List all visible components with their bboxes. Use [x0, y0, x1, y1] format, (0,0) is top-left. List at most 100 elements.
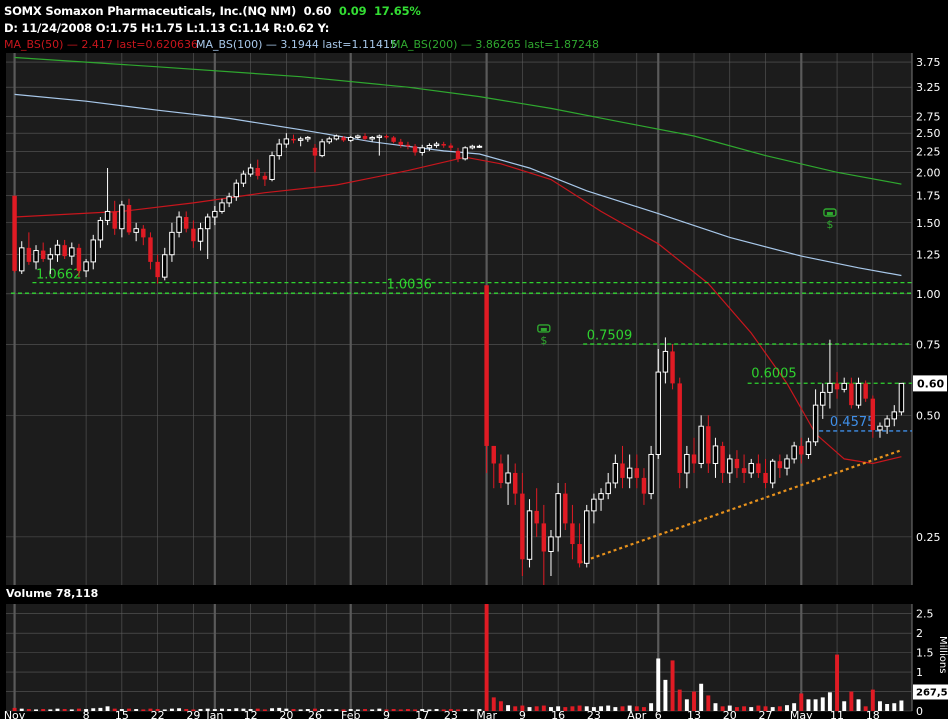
candle-body-down	[734, 458, 740, 469]
candle-body-down	[384, 136, 389, 138]
candle-body-up	[226, 196, 232, 204]
candle-body-up	[791, 445, 797, 460]
time-tick-label: Jan	[205, 709, 223, 719]
candle-body-up	[684, 453, 690, 474]
candle-body-up	[648, 453, 654, 495]
candle-body-up	[47, 254, 54, 260]
volume-bar	[298, 709, 303, 711]
candle-body-down	[863, 383, 868, 399]
volume-bar	[405, 709, 410, 711]
candle-body-down	[620, 463, 625, 478]
candle-body-down	[641, 477, 647, 494]
volume-bar	[813, 699, 818, 711]
candle-body-down	[341, 137, 346, 141]
volume-bar	[849, 691, 854, 711]
candle-body-up	[712, 445, 719, 464]
volume-bar	[656, 658, 661, 711]
volume-bar	[91, 708, 96, 711]
last-volume-label: 267,5	[916, 687, 948, 698]
candle-body-up	[877, 425, 883, 431]
price-tick-label: 1.75	[916, 190, 941, 203]
candle-body-down	[148, 237, 153, 262]
candle-body-up	[104, 210, 111, 221]
candle-body-down	[455, 150, 461, 159]
candle-body-up	[355, 135, 361, 138]
candle-body-up	[133, 228, 139, 233]
price-tick-label: 1.25	[916, 249, 941, 262]
time-tick-label: 8	[83, 709, 90, 719]
candle-body-up	[605, 482, 611, 495]
candle-body-up	[612, 462, 619, 484]
volume-bar	[749, 707, 754, 711]
volume-bar	[777, 706, 782, 711]
candle-body-up	[297, 138, 304, 141]
candle-body-down	[405, 144, 411, 147]
candle-body-up	[83, 261, 89, 272]
time-tick-label: 13	[687, 709, 701, 719]
candle-body-up	[584, 510, 590, 564]
candle-body-up	[898, 382, 905, 413]
candle-body-down	[12, 195, 17, 271]
volume-bar	[55, 708, 60, 711]
candle-body-up	[197, 228, 204, 242]
volume-bar	[820, 697, 825, 711]
candle-body-up	[212, 210, 218, 218]
volume-panel-background	[6, 604, 912, 711]
candle-body-up	[884, 418, 890, 427]
stock-chart: Volume 78,118 Millions 1.06621.00360.750…	[4, 53, 948, 719]
volume-bar	[835, 654, 840, 711]
candle-body-down	[706, 426, 711, 464]
volume-bar	[270, 708, 275, 711]
candle-body-up	[90, 239, 96, 263]
time-tick-label: 23	[587, 709, 601, 719]
time-tick-label: 6	[655, 709, 662, 719]
candle-body-up	[548, 536, 554, 553]
candle-body-down	[763, 472, 768, 483]
volume-bar	[48, 709, 53, 711]
candle-body-up	[162, 254, 168, 278]
volume-bar	[169, 708, 174, 711]
time-tick-label: 12	[244, 709, 258, 719]
candle-body-up	[469, 145, 476, 149]
candle-body-up	[426, 145, 433, 149]
volume-tick-label: 0	[916, 705, 923, 718]
volume-tick-label: 2	[916, 627, 923, 640]
candle-body-up	[276, 143, 282, 157]
candle-body-down	[834, 383, 840, 390]
candle-body-down	[691, 454, 697, 464]
candle-body-down	[777, 461, 783, 469]
candle-body-down	[577, 544, 582, 564]
candle-body-up	[805, 441, 812, 455]
candle-body-down	[491, 445, 496, 464]
price-tick-label: 2.50	[916, 127, 941, 140]
time-tick-label: 17	[415, 709, 429, 719]
time-tick-label: 23	[444, 709, 458, 719]
candle-body-down	[570, 523, 575, 545]
volume-bar	[870, 689, 875, 711]
volume-bar	[398, 709, 403, 711]
time-tick-label: 9	[519, 709, 526, 719]
time-tick-label: 11	[830, 709, 844, 719]
price-tick-label: 0.50	[916, 409, 941, 422]
candle-body-down	[26, 247, 32, 262]
candle-body-up	[827, 382, 833, 393]
volume-bar	[498, 701, 503, 711]
candle-body-up	[176, 216, 182, 233]
candle-body-up	[305, 136, 311, 140]
price-tick-label: 3.25	[916, 81, 941, 94]
candle-body-up	[269, 155, 275, 180]
candle-body-down	[484, 285, 489, 446]
candle-body-up	[326, 138, 332, 143]
volume-bar	[885, 703, 890, 711]
candle-body-down	[541, 523, 547, 552]
volume-bar	[334, 709, 339, 711]
volume-bar	[34, 709, 38, 711]
volume-bar	[670, 660, 675, 711]
candle-body-down	[112, 211, 117, 229]
candle-body-down	[126, 204, 132, 233]
candle-body-up	[333, 135, 340, 140]
candle-body-down	[291, 138, 296, 141]
volume-bar	[506, 705, 511, 711]
time-tick-label: 29	[186, 709, 200, 719]
volume-bar	[534, 706, 539, 711]
